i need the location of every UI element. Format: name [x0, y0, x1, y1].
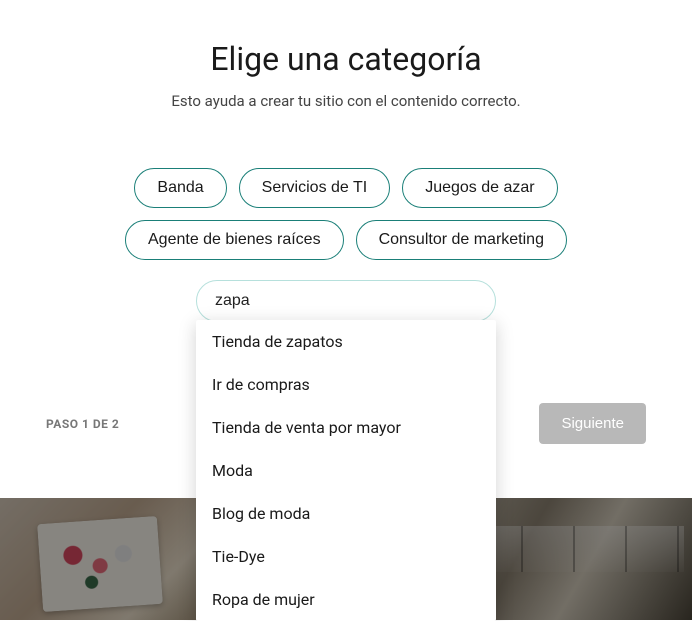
category-pill[interactable]: Agente de bienes raíces [125, 220, 344, 260]
category-pill[interactable]: Consultor de marketing [356, 220, 567, 260]
step-indicator: PASO 1 DE 2 [46, 417, 119, 431]
next-button[interactable]: Siguiente [539, 403, 646, 444]
suggestion-item[interactable]: Tienda de zapatos [196, 320, 496, 363]
search-wrapper: Tienda de zapatos Ir de compras Tienda d… [0, 280, 692, 322]
suggestion-item[interactable]: Tienda de venta por mayor [196, 406, 496, 449]
category-pill[interactable]: Servicios de TI [239, 168, 391, 208]
suggestion-item[interactable]: Tie-Dye [196, 535, 496, 578]
suggestion-item[interactable]: Blog de moda [196, 492, 496, 535]
page-title: Elige una categoría [0, 40, 692, 78]
category-pill[interactable]: Banda [134, 168, 226, 208]
suggestion-item[interactable]: Moda [196, 449, 496, 492]
suggestion-item[interactable]: Ir de compras [196, 363, 496, 406]
page-subtitle: Esto ayuda a crear tu sitio con el conte… [0, 92, 692, 110]
suggestions-dropdown[interactable]: Tienda de zapatos Ir de compras Tienda d… [196, 320, 496, 621]
suggestion-item[interactable]: Ropa de mujer [196, 578, 496, 621]
category-pill[interactable]: Juegos de azar [402, 168, 557, 208]
category-pill-group: Banda Servicios de TI Juegos de azar Age… [0, 168, 692, 260]
category-search-input[interactable] [196, 280, 496, 322]
